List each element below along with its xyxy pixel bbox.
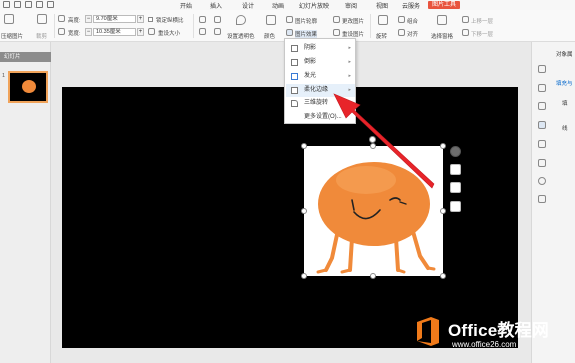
- office-logo-icon: [417, 317, 439, 346]
- annotation-arrow: [333, 93, 435, 189]
- watermark-url: www.office26.com: [452, 340, 517, 349]
- watermark-brand: Office教程网: [448, 321, 549, 340]
